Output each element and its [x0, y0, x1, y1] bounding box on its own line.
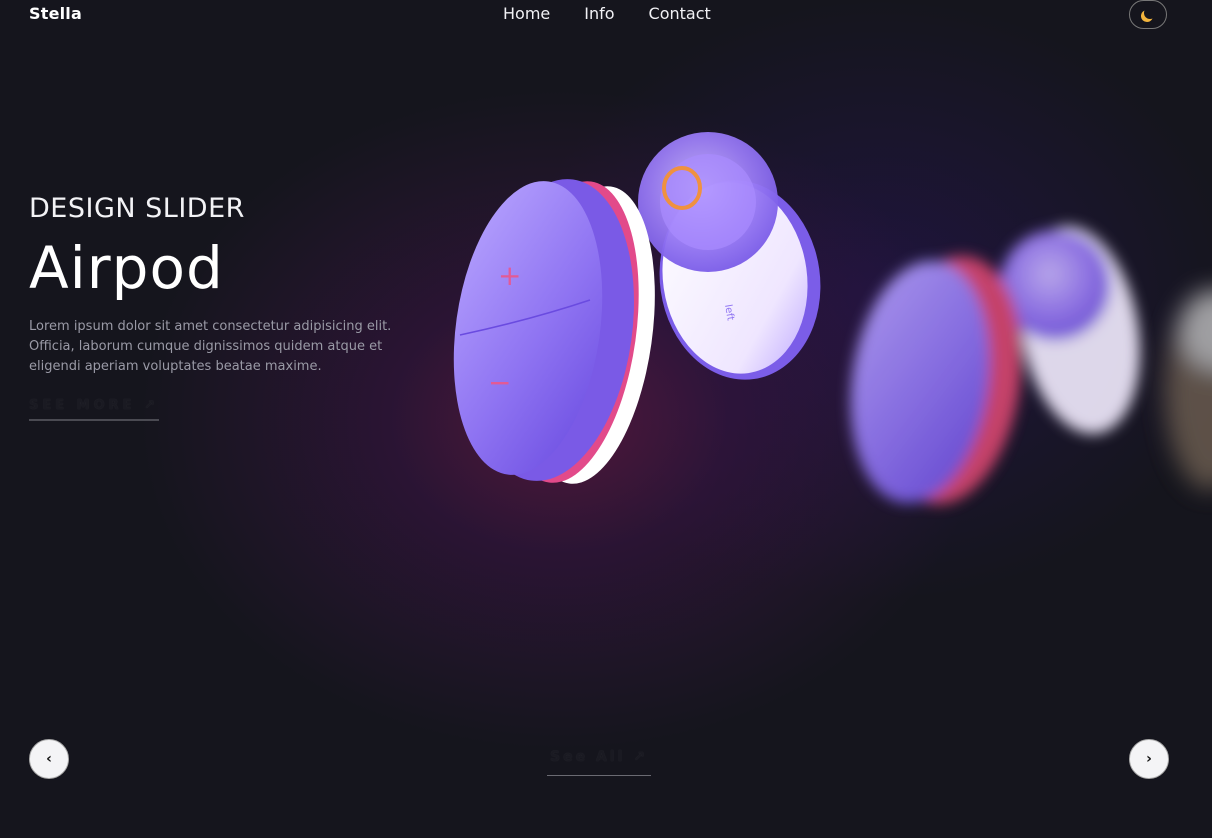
- see-more-link[interactable]: SEE MORE ↗: [29, 398, 159, 421]
- theme-toggle-button[interactable]: [1129, 0, 1167, 29]
- nav-home[interactable]: Home: [503, 4, 550, 23]
- airpod-illustration: left + −: [453, 132, 1212, 505]
- hero-eyebrow: DESIGN SLIDER: [29, 193, 245, 224]
- nav-info[interactable]: Info: [584, 4, 614, 23]
- see-all-link[interactable]: See All ↗: [547, 749, 651, 776]
- airpod-right-piece: left: [638, 132, 821, 380]
- hero-stage: Stella Home Info Contact DESIGN SLIDER A…: [0, 0, 1212, 838]
- plus-label: +: [498, 259, 521, 292]
- nav-contact[interactable]: Contact: [649, 4, 711, 23]
- chevron-left-icon: ‹: [46, 751, 52, 767]
- top-header: Stella Home Info Contact: [0, 0, 1212, 32]
- airpod-left-piece: + −: [453, 179, 655, 484]
- main-nav: Home Info Contact: [503, 4, 711, 23]
- slide-thumb-far: [1165, 290, 1212, 490]
- hero-description: Lorem ipsum dolor sit amet consectetur a…: [29, 319, 392, 374]
- next-slide-button[interactable]: ›: [1129, 739, 1169, 779]
- prev-slide-button[interactable]: ‹: [29, 739, 69, 779]
- brand-logo[interactable]: Stella: [29, 4, 82, 23]
- chevron-right-icon: ›: [1146, 751, 1152, 767]
- minus-label: −: [488, 366, 511, 399]
- moon-icon: [1144, 7, 1156, 19]
- slide-thumb-next: [850, 226, 1140, 505]
- hero-title: Airpod: [29, 234, 224, 302]
